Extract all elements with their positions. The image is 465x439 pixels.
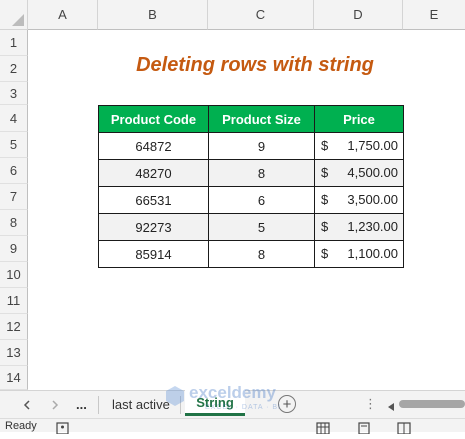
product-size-cell[interactable]: 5 <box>208 213 315 241</box>
row-header-7[interactable]: 7 <box>0 184 28 210</box>
price-amount: 1,230.00 <box>347 219 398 234</box>
row-header-13[interactable]: 13 <box>0 340 28 366</box>
price-amount: 3,500.00 <box>347 192 398 207</box>
row-header-8[interactable]: 8 <box>0 210 28 236</box>
row-header-10[interactable]: 10 <box>0 262 28 288</box>
more-sheets-button[interactable]: ... <box>76 397 87 412</box>
product-size-cell[interactable]: 6 <box>208 186 315 214</box>
table-row: 92273 5 $1,230.00 <box>98 213 404 241</box>
price-amount: 1,750.00 <box>347 138 398 153</box>
row-header-5[interactable]: 5 <box>0 132 28 158</box>
row-header-14[interactable]: 14 <box>0 366 28 390</box>
currency-symbol: $ <box>321 219 329 234</box>
column-header-d[interactable]: D <box>314 0 403 30</box>
page-layout-icon[interactable] <box>357 421 371 435</box>
product-size-cell[interactable]: 9 <box>208 132 315 160</box>
column-header-b[interactable]: B <box>98 0 208 30</box>
scroll-left-icon[interactable] <box>386 399 396 411</box>
sheet-tab-string-label: String <box>196 395 234 410</box>
row-header-6[interactable]: 6 <box>0 158 28 184</box>
column-header-e[interactable]: E <box>403 0 465 30</box>
table-header-row: Product Code Product Size Price <box>98 105 404 133</box>
currency-symbol: $ <box>321 192 329 207</box>
status-bar: Ready <box>0 418 465 435</box>
more-options-icon[interactable]: ⋮ <box>364 396 377 412</box>
product-code-cell[interactable]: 66531 <box>98 186 209 214</box>
column-header-a[interactable]: A <box>28 0 98 30</box>
table-row: 48270 8 $4,500.00 <box>98 159 404 187</box>
horizontal-scrollbar[interactable] <box>399 400 465 408</box>
sheet-tab-string[interactable]: String <box>185 390 245 416</box>
currency-symbol: $ <box>321 138 329 153</box>
header-product-size[interactable]: Product Size <box>208 105 315 133</box>
tab-divider <box>180 396 181 414</box>
normal-view-icon[interactable] <box>316 421 330 435</box>
table-row: 64872 9 $1,750.00 <box>98 132 404 160</box>
row-header-1[interactable]: 1 <box>0 30 28 56</box>
currency-symbol: $ <box>321 246 329 261</box>
product-code-cell[interactable]: 48270 <box>98 159 209 187</box>
add-sheet-icon[interactable]: + <box>278 395 296 413</box>
sheet-title[interactable]: Deleting rows with string <box>28 52 465 78</box>
product-code-cell[interactable]: 64872 <box>98 132 209 160</box>
table-row: 85914 8 $1,100.00 <box>98 240 404 268</box>
price-cell[interactable]: $1,100.00 <box>314 240 404 268</box>
price-cell[interactable]: $4,500.00 <box>314 159 404 187</box>
table-row: 66531 6 $3,500.00 <box>98 186 404 214</box>
product-code-cell[interactable]: 92273 <box>98 213 209 241</box>
next-sheet-icon[interactable] <box>50 398 60 410</box>
row-header-4[interactable]: 4 <box>0 105 28 132</box>
select-all-corner[interactable] <box>0 0 28 30</box>
sheet-tab-last-active[interactable]: last active <box>112 397 170 412</box>
row-header-3[interactable]: 3 <box>0 82 28 105</box>
price-amount: 1,100.00 <box>347 246 398 261</box>
row-header-12[interactable]: 12 <box>0 314 28 340</box>
product-size-cell[interactable]: 8 <box>208 240 315 268</box>
price-amount: 4,500.00 <box>347 165 398 180</box>
tab-divider <box>98 396 99 414</box>
status-ready: Ready <box>5 420 37 432</box>
row-header-11[interactable]: 11 <box>0 288 28 314</box>
price-cell[interactable]: $1,750.00 <box>314 132 404 160</box>
sheet-tab-bar: ... last active String + ⋮ <box>0 390 465 418</box>
row-header-9[interactable]: 9 <box>0 236 28 262</box>
price-cell[interactable]: $1,230.00 <box>314 213 404 241</box>
prev-sheet-icon[interactable] <box>22 398 32 410</box>
product-code-cell[interactable]: 85914 <box>98 240 209 268</box>
product-size-cell[interactable]: 8 <box>208 159 315 187</box>
page-break-icon[interactable] <box>397 421 411 435</box>
price-cell[interactable]: $3,500.00 <box>314 186 404 214</box>
header-price[interactable]: Price <box>314 105 404 133</box>
currency-symbol: $ <box>321 165 329 180</box>
column-header-c[interactable]: C <box>208 0 314 30</box>
product-table: Product Code Product Size Price 64872 9 … <box>98 105 404 268</box>
accessibility-icon[interactable] <box>56 421 69 435</box>
row-header-2[interactable]: 2 <box>0 56 28 82</box>
header-product-code[interactable]: Product Code <box>98 105 209 133</box>
